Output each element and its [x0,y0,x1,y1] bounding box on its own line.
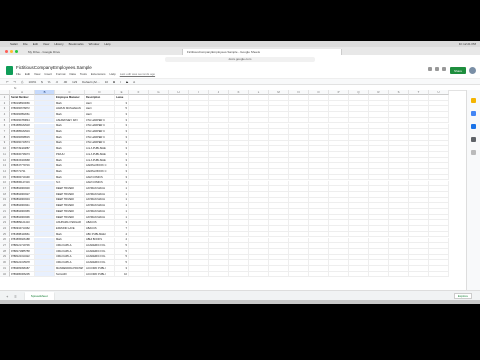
decrease-decimal-button[interactable]: .0 [55,80,58,84]
table-cell[interactable] [149,271,169,278]
sheets-logo-icon[interactable] [6,66,13,75]
sheets-header: FictitiousCompanyEmployees.Sample File E… [0,63,480,78]
plus-icon[interactable] [471,150,476,155]
table-cell[interactable] [329,271,349,278]
tab-label: My Drive - Google Drive [28,50,61,54]
spreadsheet-grid[interactable]: A B C D E F G H I J K L M N O P Q R S T U 1 Serial Number Emplo… [0,90,467,290]
currency-button[interactable]: $ [41,80,43,84]
table-cell[interactable] [269,271,289,278]
menu-view[interactable]: View [43,42,49,46]
text-color-button[interactable]: A [133,80,135,84]
table-cell[interactable]: SH HARI [55,271,85,278]
url-field[interactable]: docs.google.com [165,56,315,62]
table-cell[interactable]: ACCORD PUBLI [85,271,115,278]
document-title[interactable]: FictitiousCompanyEmployees.Sample [16,65,92,70]
print-icon[interactable]: ⎙ [21,80,23,84]
row-header[interactable]: 32 [0,271,10,278]
menu-view[interactable]: View [34,72,40,76]
table-cell[interactable] [229,271,249,278]
tasks-icon[interactable] [471,124,476,129]
menu-edit[interactable]: Edit [33,42,38,46]
url-text: docs.google.com [228,57,252,61]
table-cell[interactable] [349,271,369,278]
screen: Safari File Edit View History Bookmarks … [0,41,480,304]
table-cell[interactable] [409,271,429,278]
menu-extensions[interactable]: Extensions [91,72,106,76]
menu-bookmarks[interactable]: Bookmarks [69,42,84,46]
menu-file[interactable]: File [16,72,21,76]
minimize-window-button[interactable] [10,50,13,53]
meet-icon[interactable] [442,67,446,71]
menu-help[interactable]: Help [104,42,110,46]
number-format-button[interactable]: 123 [72,80,77,84]
menu-edit[interactable]: Edit [25,72,30,76]
table-cell[interactable] [35,271,55,278]
dock [0,300,480,304]
fx-icon: fx [14,85,17,90]
avatar[interactable] [469,67,476,74]
percent-button[interactable]: % [48,80,51,84]
formatting-toolbar: ↶ ↷ ⎙ 100% $ % .0 .00 123 Default (Ari..… [0,78,480,85]
table-cell[interactable] [389,271,409,278]
redo-icon[interactable]: ↷ [14,80,17,84]
table-cell[interactable] [429,271,449,278]
bold-button[interactable]: B [113,80,115,84]
menu-window[interactable]: Window [89,42,100,46]
table-cell[interactable] [169,271,189,278]
strikethrough-button[interactable]: S [126,80,128,84]
table-cell[interactable]: 9789380066205 [10,271,35,278]
all-sheets-icon[interactable]: ≡ [14,294,16,299]
add-sheet-icon[interactable]: + [6,294,8,299]
browser-tab-bar: My Drive - Google Drive FictitiousCompan… [0,47,480,55]
history-icon[interactable] [428,67,432,71]
font-size-select[interactable]: 10 [105,80,108,84]
side-panel [466,90,480,290]
tab-label: FictitiousCompanyEmployees.Sample - Goog… [187,50,261,54]
sheet-tab[interactable]: Spreadsheet [24,292,54,300]
window-controls [5,50,18,53]
font-select[interactable]: Default (Ari... [82,80,100,84]
share-button[interactable]: Share [450,67,466,74]
menu-insert[interactable]: Insert [44,72,52,76]
menu-data[interactable]: Data [70,72,76,76]
explore-button[interactable]: Explore [453,293,472,299]
menu-app[interactable]: Safari [10,42,18,46]
table-cell[interactable]: 10 [115,271,129,278]
zoom-window-button[interactable] [15,50,18,53]
table-cell[interactable] [189,271,209,278]
table-cell[interactable] [209,271,229,278]
italic-button[interactable]: I [120,80,121,84]
last-edit-link[interactable]: Last edit was seconds ago [120,72,155,76]
header-icons [428,67,446,71]
comment-icon[interactable] [435,67,439,71]
menu-file[interactable]: File [23,42,28,46]
close-window-button[interactable] [5,50,8,53]
undo-icon[interactable]: ↶ [6,80,9,84]
sheets-menu-bar: File Edit View Insert Format Data Tools … [16,72,155,76]
table-cell[interactable] [369,271,389,278]
menu-format[interactable]: Format [56,72,66,76]
increase-decimal-button[interactable]: .00 [63,80,67,84]
menu-tools[interactable]: Tools [80,72,87,76]
menu-help[interactable]: Help [110,72,116,76]
menu-history[interactable]: History [54,42,63,46]
contacts-icon[interactable] [471,137,476,142]
calendar-icon[interactable] [471,111,476,116]
zoom-select[interactable]: 100% [28,80,36,84]
table-cell[interactable] [289,271,309,278]
clock: Fri 12:21 PM [458,42,476,46]
table-cell[interactable] [129,271,149,278]
keep-icon[interactable] [471,98,476,103]
table-cell[interactable] [309,271,329,278]
table-cell[interactable] [249,271,269,278]
